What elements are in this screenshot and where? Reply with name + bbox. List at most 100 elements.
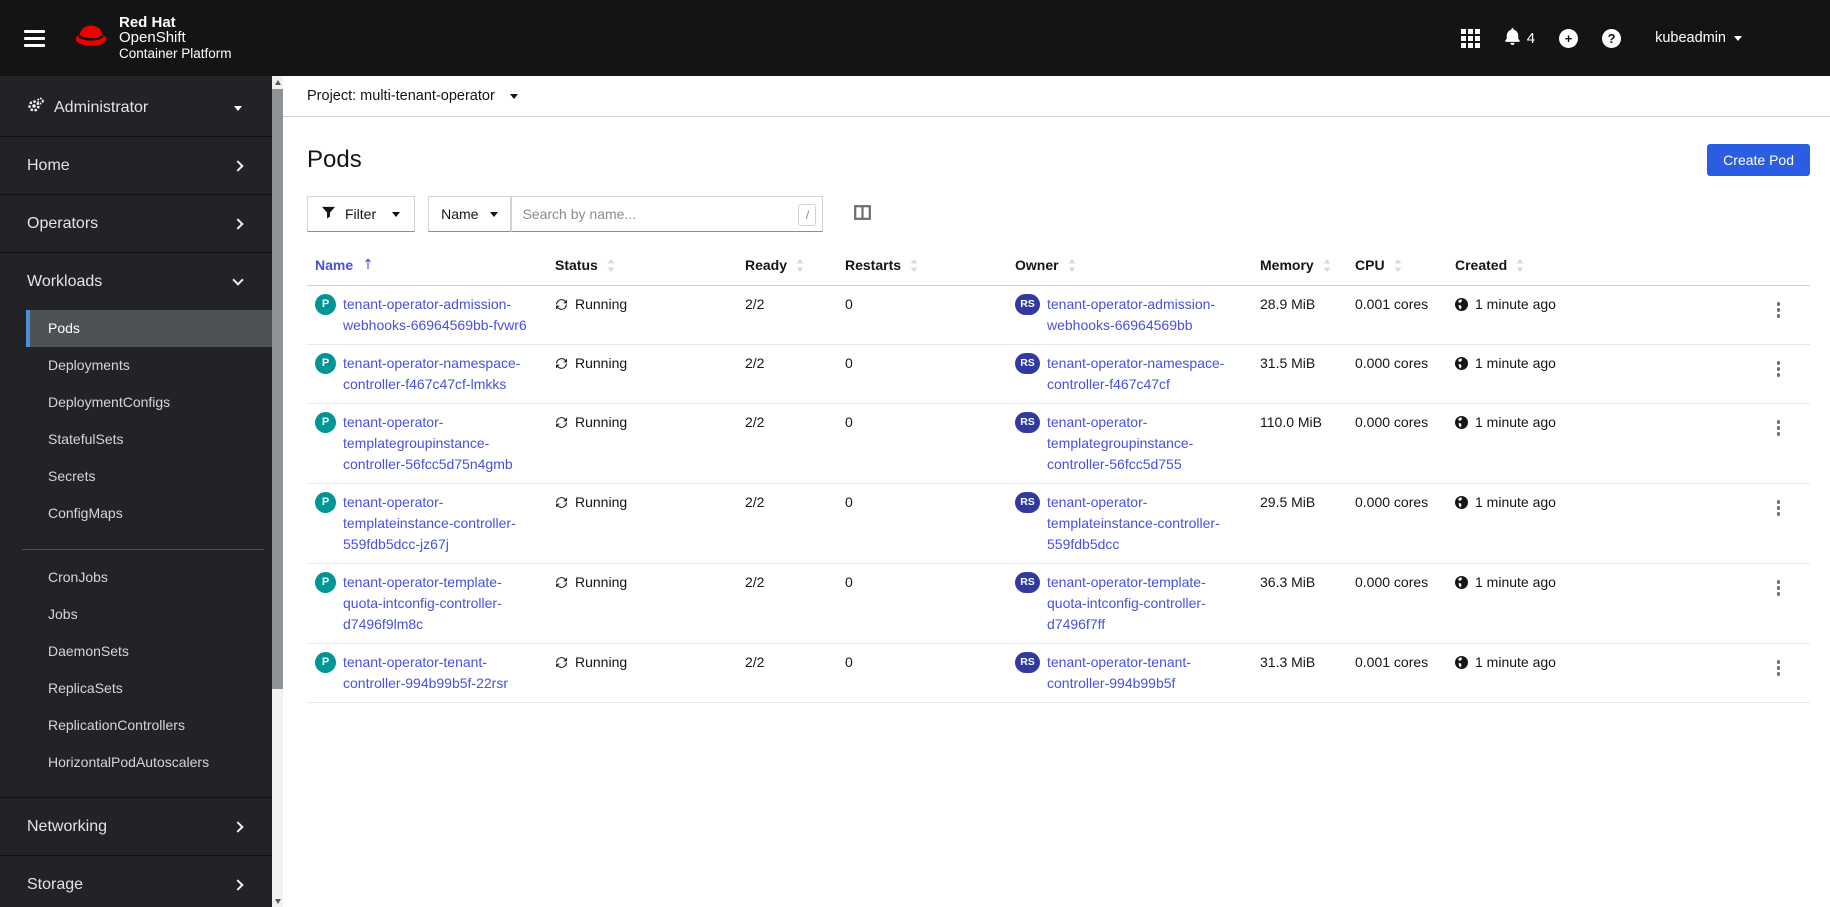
kebab-menu-button[interactable] (1771, 300, 1787, 320)
import-plus-button[interactable]: + (1559, 28, 1579, 48)
sidebar-item-cronjobs[interactable]: CronJobs (26, 559, 272, 596)
brand-line3: Container Platform (119, 45, 232, 61)
restarts-cell: 0 (845, 355, 853, 371)
status-cell: Running (547, 644, 737, 702)
status-cell: Running (547, 564, 737, 643)
pod-name-link[interactable]: tenant-operator-tenant-controller-994b99… (343, 652, 539, 694)
owner-link[interactable]: tenant-operator-templateinstance-control… (1047, 492, 1244, 555)
sidebar-item-daemonsets[interactable]: DaemonSets (26, 633, 272, 670)
menu-toggle-button[interactable] (20, 26, 49, 51)
kebab-menu-button[interactable] (1771, 418, 1787, 438)
notifications-button[interactable]: 4 (1504, 27, 1535, 49)
status-cell: Running (547, 286, 737, 344)
scroll-down-button[interactable] (272, 895, 283, 907)
sort-icon (607, 258, 614, 272)
column-header-memory[interactable]: Memory (1252, 251, 1347, 285)
sidebar-item-replicationcontrollers[interactable]: ReplicationControllers (26, 707, 272, 744)
project-selector[interactable]: Project: multi-tenant-operator (283, 76, 1830, 117)
sidebar-section-storage[interactable]: Storage (0, 856, 272, 907)
name-cell: P tenant-operator-tenant-controller-994b… (307, 644, 547, 702)
column-header-restarts[interactable]: Restarts (837, 251, 1007, 285)
chevron-down-icon (1734, 35, 1742, 41)
sort-icon (1394, 258, 1401, 272)
sync-running-icon (555, 492, 568, 515)
column-header-ready[interactable]: Ready (737, 251, 837, 285)
pod-badge: P (315, 294, 336, 315)
nav-divider (22, 549, 264, 550)
replicaset-badge: RS (1015, 572, 1040, 593)
sort-icon (1516, 258, 1524, 272)
owner-link[interactable]: tenant-operator-admission-webhooks-66964… (1047, 294, 1244, 336)
scrollbar-thumb[interactable] (272, 89, 283, 689)
sidebar-section-home[interactable]: Home (0, 137, 272, 194)
search-input[interactable] (512, 206, 823, 222)
create-pod-button[interactable]: Create Pod (1707, 144, 1810, 176)
column-header-created[interactable]: Created (1447, 251, 1747, 285)
app-launcher-icon[interactable] (1460, 28, 1480, 48)
pod-name-link[interactable]: tenant-operator-templategroupinstance-co… (343, 412, 539, 475)
column-header-name[interactable]: Name ↑ (307, 251, 547, 285)
column-header-cpu[interactable]: CPU (1347, 251, 1447, 285)
sidebar-section-operators[interactable]: Operators (0, 195, 272, 252)
kebab-menu-button[interactable] (1771, 498, 1787, 518)
chevron-right-icon (232, 878, 244, 891)
user-menu[interactable]: kubeadmin (1655, 30, 1742, 46)
restarts-cell: 0 (845, 654, 853, 670)
status-text: Running (575, 414, 628, 430)
sort-icon (910, 258, 918, 272)
sidebar-item-statefulsets[interactable]: StatefulSets (26, 421, 272, 458)
sync-running-icon (555, 572, 568, 595)
kebab-menu-button[interactable] (1771, 658, 1787, 678)
pod-badge: P (315, 492, 336, 513)
manage-columns-button[interactable] (850, 201, 875, 227)
cpu-cell: 0.000 cores (1355, 494, 1429, 510)
sync-running-icon (555, 652, 568, 675)
sidebar-scrollbar[interactable] (272, 76, 283, 907)
pod-name-link[interactable]: tenant-operator-template-quota-intconfig… (343, 572, 539, 635)
memory-cell: 29.5 MiB (1260, 494, 1316, 510)
perspective-switcher[interactable]: Administrator (0, 76, 272, 136)
memory-cell: 36.3 MiB (1260, 574, 1316, 590)
kebab-menu-button[interactable] (1771, 359, 1787, 379)
pod-name-link[interactable]: tenant-operator-namespace-controller-f46… (343, 353, 539, 395)
sidebar-item-jobs[interactable]: Jobs (26, 596, 272, 633)
owner-link[interactable]: tenant-operator-template-quota-intconfig… (1047, 572, 1244, 635)
owner-link[interactable]: tenant-operator-namespace-controller-f46… (1047, 353, 1244, 395)
sidebar-item-secrets[interactable]: Secrets (26, 458, 272, 495)
owner-link[interactable]: tenant-operator-templategroupinstance-co… (1047, 412, 1244, 475)
memory-cell: 28.9 MiB (1260, 296, 1316, 312)
scroll-up-button[interactable] (272, 76, 283, 88)
sidebar-item-replicasets[interactable]: ReplicaSets (26, 670, 272, 707)
brand-line1: Red Hat (119, 13, 176, 31)
sidebar-item-horizontalpodautoscalers[interactable]: HorizontalPodAutoscalers (26, 744, 272, 781)
pod-name-link[interactable]: tenant-operator-admission-webhooks-66964… (343, 294, 539, 336)
globe-timestamp-icon (1455, 294, 1468, 317)
search-attribute-dropdown[interactable]: Name (428, 196, 512, 232)
owner-link[interactable]: tenant-operator-tenant-controller-994b99… (1047, 652, 1244, 694)
created-cell: 1 minute ago (1447, 564, 1747, 643)
section-label: Operators (27, 215, 99, 232)
sidebar-item-configmaps[interactable]: ConfigMaps (26, 495, 272, 532)
column-header-status[interactable]: Status (547, 251, 737, 285)
status-cell: Running (547, 404, 737, 483)
table-row: P tenant-operator-template-quota-intconf… (307, 564, 1810, 644)
globe-timestamp-icon (1455, 353, 1468, 376)
sidebar-section-workloads[interactable]: Workloads (0, 253, 272, 310)
filter-dropdown[interactable]: Filter (307, 196, 416, 232)
sidebar-section-networking[interactable]: Networking (0, 798, 272, 855)
sidebar-item-deploymentconfigs[interactable]: DeploymentConfigs (26, 384, 272, 421)
sidebar-item-pods[interactable]: Pods (26, 310, 272, 347)
created-cell: 1 minute ago (1447, 345, 1747, 403)
table-row: P tenant-operator-tenant-controller-994b… (307, 644, 1810, 703)
kebab-menu-button[interactable] (1771, 578, 1787, 598)
cpu-cell: 0.001 cores (1355, 654, 1429, 670)
help-button[interactable]: ? (1602, 28, 1622, 48)
sidebar-item-deployments[interactable]: Deployments (26, 347, 272, 384)
pod-name-link[interactable]: tenant-operator-templateinstance-control… (343, 492, 539, 555)
page-title: Pods (307, 146, 362, 173)
column-header-owner[interactable]: Owner (1007, 251, 1252, 285)
ready-cell: 2/2 (745, 494, 765, 510)
actions-cell (1747, 345, 1810, 403)
globe-timestamp-icon (1455, 652, 1468, 675)
actions-cell (1747, 644, 1810, 702)
